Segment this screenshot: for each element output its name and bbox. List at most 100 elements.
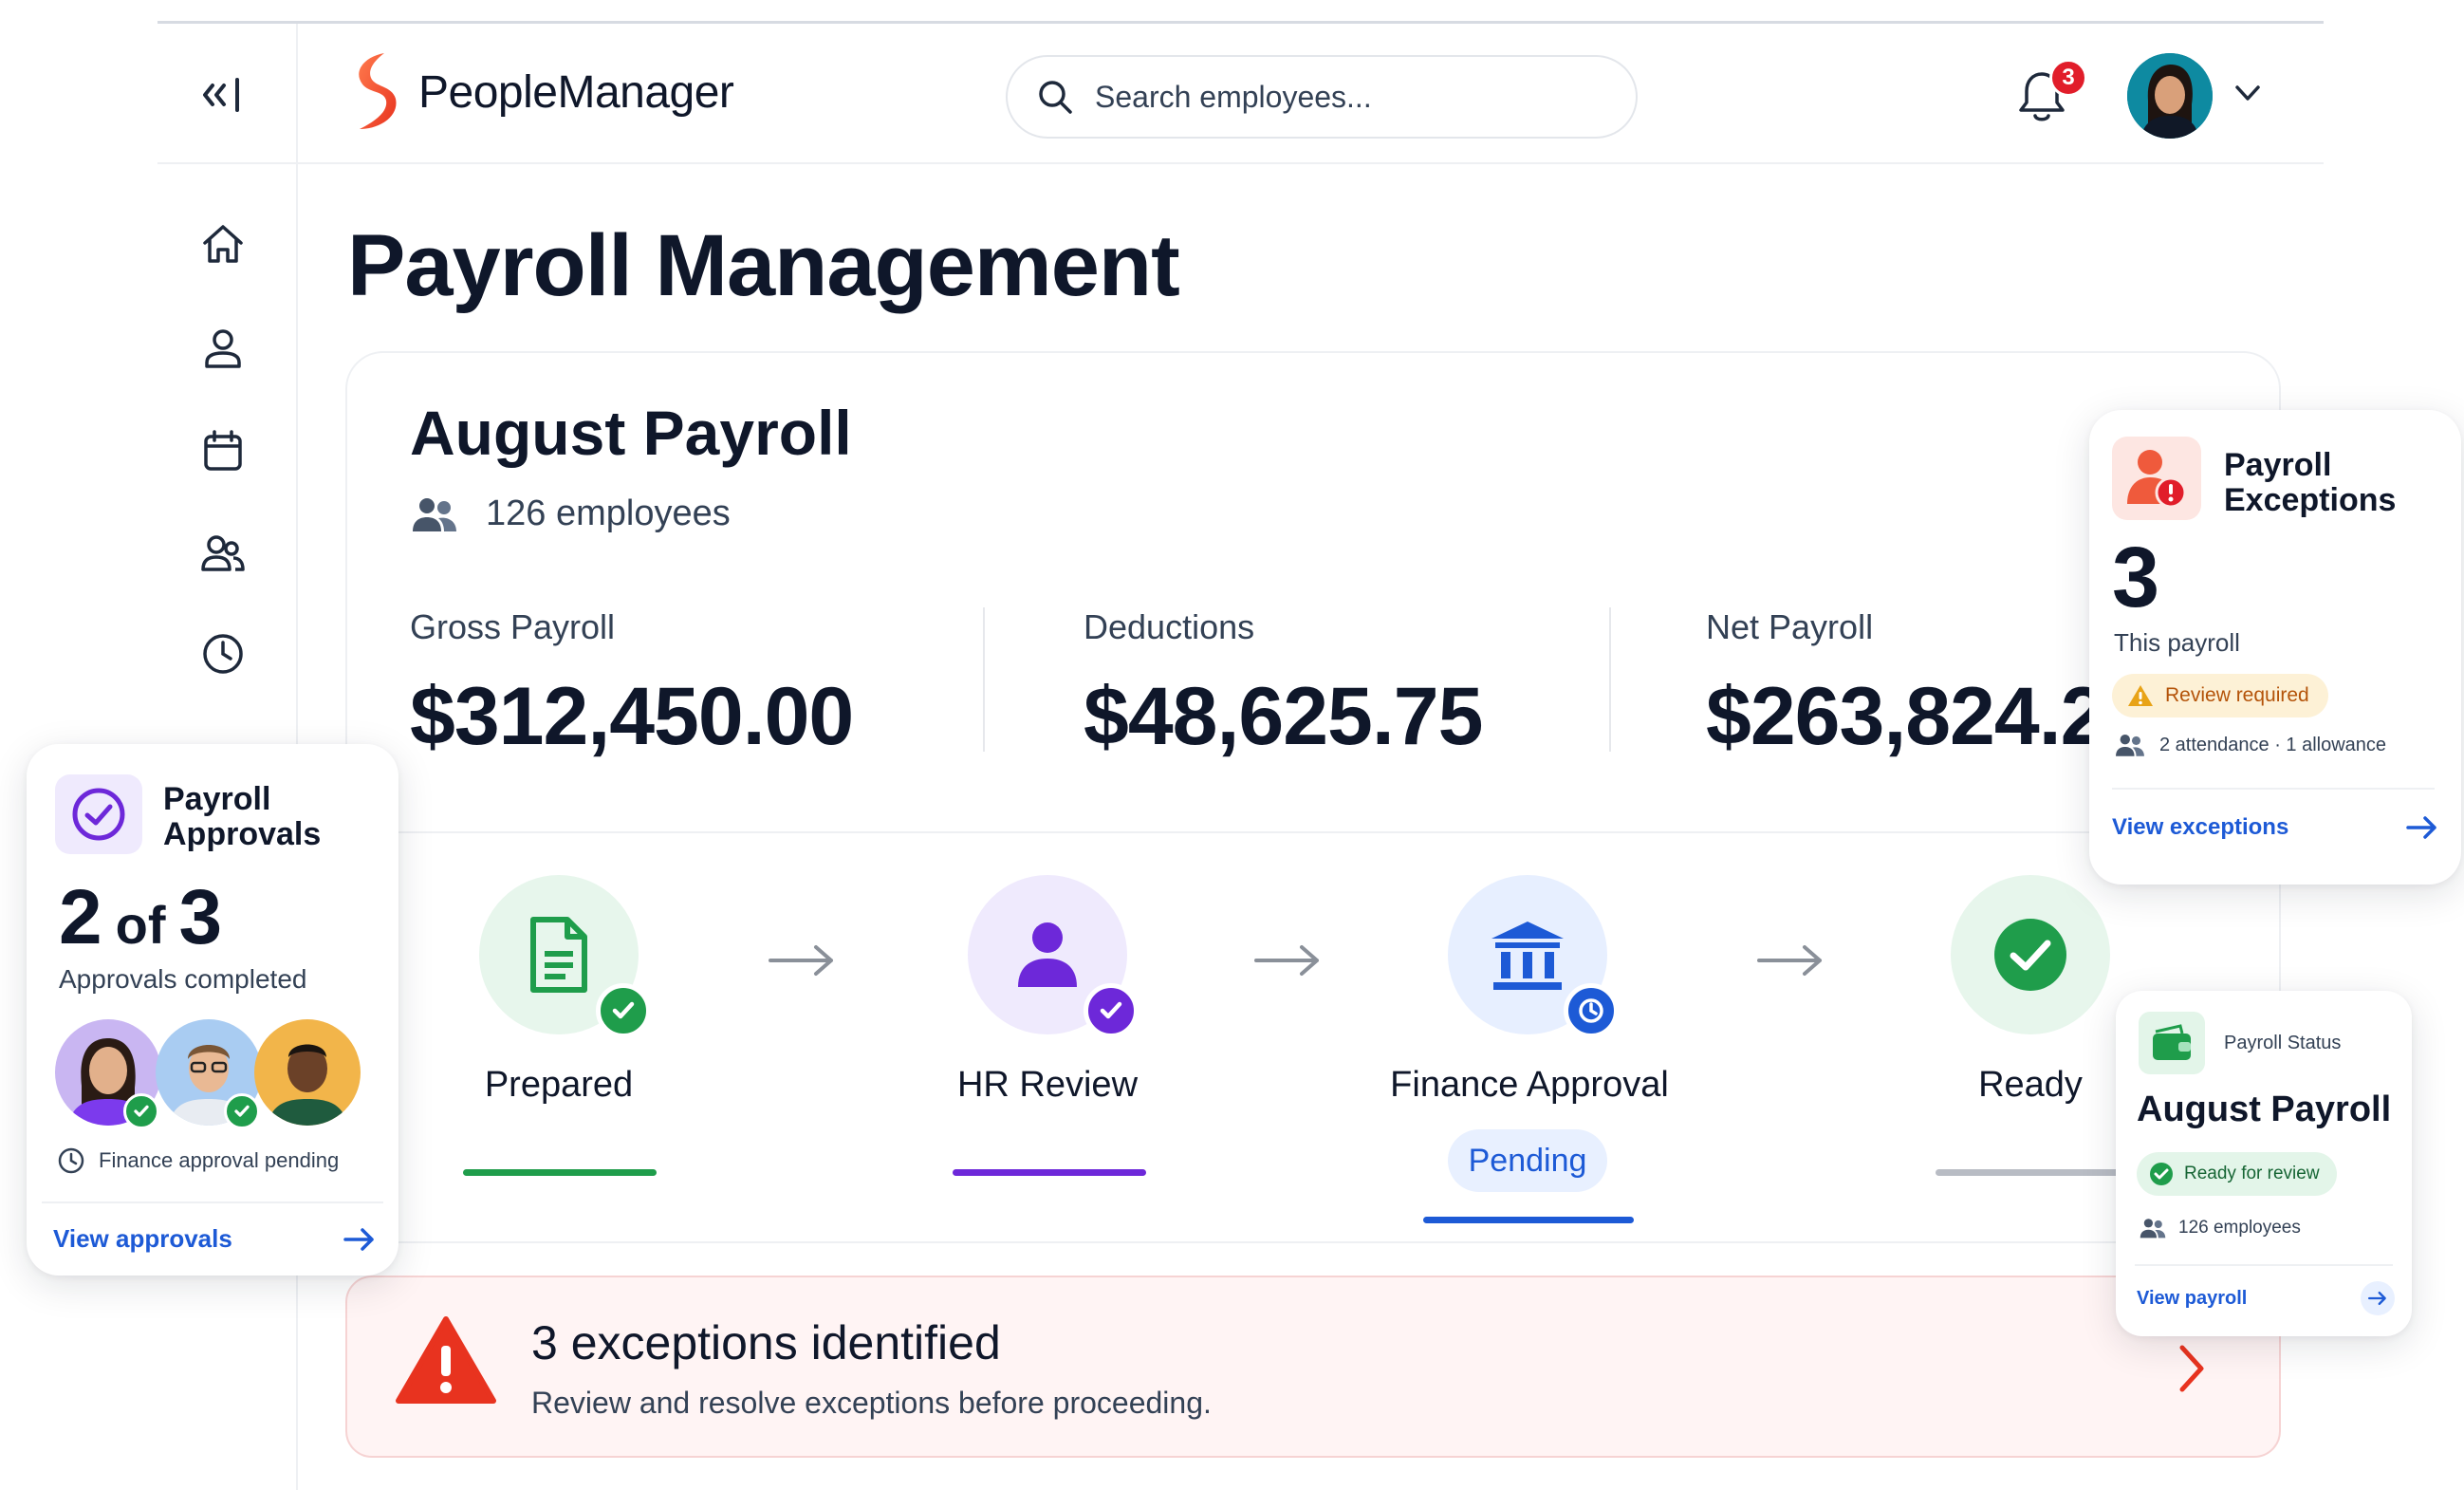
check-circle-icon: [1994, 919, 2066, 991]
approver-avatar[interactable]: [254, 1019, 361, 1126]
employee-count: 126 employees: [410, 494, 731, 534]
app-logo[interactable]: PeopleManager: [346, 49, 734, 135]
person-icon: [1018, 922, 1077, 987]
divider: [2112, 788, 2435, 790]
detail-text: 2 attendance · 1 allowance: [2159, 734, 2387, 755]
metric-value: $263,824.25: [1706, 671, 2150, 762]
approvals-card: Payroll Approvals 2 of 3 Approvals compl…: [27, 744, 398, 1276]
approvals-card-title: Payroll Approvals: [163, 781, 322, 853]
people-icon: [413, 497, 456, 531]
employees-text: 126 employees: [2178, 1218, 2301, 1238]
view-exceptions-link[interactable]: View exceptions: [2112, 814, 2438, 841]
link-text: View approvals: [53, 1224, 232, 1253]
step-progress-bar: [1423, 1217, 1634, 1223]
chevron-right-icon[interactable]: [2173, 1342, 2211, 1395]
step-label: HR Review: [956, 1065, 1139, 1105]
check-icon: [1084, 983, 1139, 1038]
home-icon[interactable]: [199, 220, 247, 268]
card-divider: [398, 831, 2125, 833]
metric-value: $312,450.00: [410, 671, 854, 762]
search-input[interactable]: [1095, 79, 1588, 115]
search-bar[interactable]: [1006, 55, 1638, 139]
deductions-metric: Deductions $48,625.75: [1084, 607, 1483, 764]
user-avatar[interactable]: [2127, 53, 2213, 139]
status-employees: 126 employees: [2139, 1217, 2301, 1239]
banner-title: 3 exceptions identified: [531, 1316, 1001, 1369]
check-circle-icon: [72, 788, 125, 841]
payroll-card: [345, 351, 2281, 1243]
warning-icon: [2128, 685, 2153, 706]
count-of: of: [115, 895, 166, 955]
view-approvals-link[interactable]: View approvals: [53, 1224, 376, 1254]
badge-text: Review required: [2165, 684, 2309, 706]
step-progress-bar: [1936, 1169, 2125, 1176]
search-icon: [1039, 81, 1072, 114]
user-icon[interactable]: [199, 325, 247, 372]
divider: [2135, 1264, 2393, 1266]
logo-mark-icon: [359, 53, 397, 129]
step-progress-bar: [953, 1169, 1146, 1176]
collapse-icon: [203, 78, 239, 112]
chevron-down-icon[interactable]: [2233, 82, 2262, 104]
title-line: Payroll: [163, 781, 271, 817]
metric-label: Gross Payroll: [410, 607, 616, 646]
employee-count-text: 126 employees: [486, 494, 731, 533]
exceptions-icon-tile: [2112, 437, 2201, 520]
metric-value: $48,625.75: [1084, 671, 1483, 762]
arrow-right-icon: [2406, 816, 2436, 839]
collapse-sidebar-button[interactable]: [201, 74, 247, 125]
exceptions-count: 3: [2112, 531, 2160, 625]
clock-icon[interactable]: [199, 630, 247, 678]
check-icon: [596, 983, 651, 1038]
link-text: View payroll: [2137, 1287, 2248, 1309]
review-required-badge: Review required: [2112, 674, 2328, 717]
metric-label: Deductions: [1084, 607, 1255, 646]
arrow-right-icon: [769, 945, 833, 976]
payroll-status-card: Payroll Status August Payroll Ready for …: [2116, 991, 2412, 1336]
count-done: 2: [59, 874, 102, 960]
bank-icon: [1491, 922, 1564, 990]
banner-subtitle: Review and resolve exceptions before pro…: [531, 1386, 1212, 1420]
status-card-label: Payroll Status: [2224, 1033, 2342, 1053]
calendar-icon[interactable]: [199, 427, 247, 475]
user-alert-icon: [2127, 450, 2187, 509]
status-card-title: August Payroll: [2137, 1090, 2392, 1129]
clock-icon: [58, 1147, 84, 1174]
pending-note: Finance approval pending: [57, 1146, 339, 1175]
step-label: Prepared: [484, 1065, 634, 1105]
exceptions-card: Payroll Exceptions 3 This payroll Review…: [2089, 410, 2461, 885]
notification-badge: 3: [2049, 59, 2087, 97]
approvals-icon-tile: [55, 774, 142, 854]
exceptions-card-title: Payroll Exceptions: [2224, 447, 2397, 519]
pending-note-text: Finance approval pending: [99, 1148, 340, 1172]
metric-divider: [983, 607, 985, 752]
check-icon: [224, 1093, 260, 1129]
metric-label: Net Payroll: [1706, 607, 1874, 646]
exceptions-subtitle: This payroll: [2114, 628, 2240, 657]
count-total: 3: [178, 874, 223, 960]
arrow-right-icon: [343, 1227, 374, 1251]
step-ready[interactable]: [1951, 875, 2110, 1034]
payroll-title: August Payroll: [410, 398, 852, 468]
title-line: Exceptions: [2224, 482, 2397, 519]
net-payroll-metric: Net Payroll $263,824.25: [1706, 607, 2150, 764]
view-payroll-link[interactable]: View payroll: [2137, 1281, 2395, 1315]
step-progress-bar: [463, 1169, 657, 1176]
users-icon[interactable]: [199, 530, 247, 577]
badge-text: Ready for review: [2184, 1164, 2320, 1183]
title-line: Approvals: [163, 816, 322, 853]
wallet-icon-tile: [2139, 1012, 2205, 1074]
check-icon: [123, 1093, 159, 1129]
avatar-image: [2127, 53, 2213, 139]
document-icon: [530, 917, 587, 993]
divider: [42, 1201, 383, 1203]
step-label: Ready: [1978, 1065, 2083, 1105]
app-name: PeopleManager: [418, 66, 734, 118]
metric-divider: [1609, 607, 1611, 752]
check-circle-icon: [2150, 1163, 2173, 1185]
title-line: Payroll: [2224, 447, 2332, 483]
approvals-count: 2 of 3: [59, 873, 222, 962]
arrow-right-icon: [2361, 1281, 2395, 1315]
clock-badge-icon: [1564, 983, 1619, 1038]
warning-icon: [396, 1316, 496, 1404]
